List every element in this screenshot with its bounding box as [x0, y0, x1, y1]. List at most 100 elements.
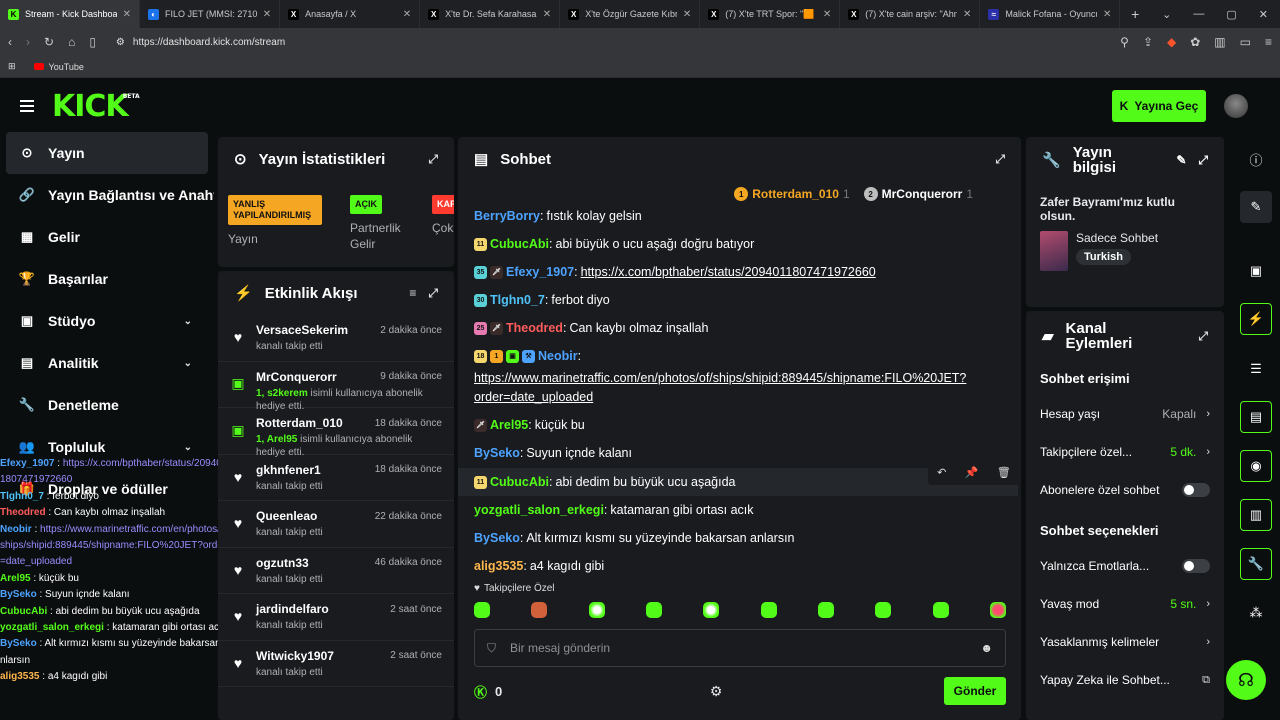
close-tab-icon[interactable]: ✕: [1103, 9, 1111, 20]
activity-item[interactable]: ♥ VersaceSekerim 2 dakika önce kanalı takip…: [218, 315, 454, 362]
emote-icon[interactable]: [474, 602, 490, 618]
expand-icon[interactable]: ⤢: [1198, 329, 1208, 344]
zoom-icon[interactable]: ⚲: [1120, 35, 1129, 49]
browser-tab[interactable]: X Anasayfa / X ✕: [280, 0, 421, 28]
url-field[interactable]: ⚙ https://dashboard.kick.com/stream: [110, 31, 1106, 53]
help-chat-icon[interactable]: ☊: [1226, 660, 1266, 700]
chat-message[interactable]: yozgatli_salon_erkegi: katamaran gibi ort…: [474, 501, 998, 520]
chat-message[interactable]: 30 Tlghn0_7: ferbot diyo: [474, 291, 998, 310]
sidebar-item[interactable]: ⊙ Yayın: [6, 132, 208, 174]
browser-tab[interactable]: K Stream - Kick Dashboard ✕: [0, 0, 141, 28]
channel-setting-row[interactable]: Takipçilere özel... 5 dk. ›: [1026, 433, 1224, 471]
settings-icon[interactable]: ⚙: [710, 683, 723, 700]
pin-icon[interactable]: 📌: [965, 466, 979, 479]
activity-item[interactable]: ▣ Rotterdam_010 18 dakika önce 1, Arel95 is…: [218, 408, 454, 458]
emote-icon[interactable]: [989, 602, 1006, 618]
chat-message[interactable]: 🗡 Arel95: küçük bu: [474, 416, 998, 435]
close-tab-icon[interactable]: ✕: [823, 9, 831, 20]
chat-link[interactable]: https://www.marinetraffic.com/en/photos/…: [474, 369, 984, 407]
emote-icon[interactable]: [531, 602, 548, 618]
sidebar-toggle-icon[interactable]: ▥: [1214, 35, 1225, 49]
expand-icon[interactable]: ⤢: [428, 286, 438, 301]
channel-setting-row[interactable]: Abonelere özel sohbet: [1026, 471, 1224, 509]
emote-icon[interactable]: [588, 602, 605, 618]
emote-icon[interactable]: [932, 602, 949, 618]
channel-setting-row[interactable]: Yapay Zeka ile Sohbet... ⧉: [1026, 661, 1224, 699]
save-icon[interactable]: ▥: [1240, 499, 1272, 531]
sidebar-item[interactable]: ▤ Analitik ⌄: [0, 342, 214, 384]
minimize-icon[interactable]: —: [1193, 8, 1204, 20]
chat-username[interactable]: CubucAbi: [490, 473, 549, 492]
forward-icon[interactable]: ›: [26, 35, 30, 49]
chat-username[interactable]: Theodred: [506, 319, 563, 338]
apps-icon[interactable]: ⊞: [8, 61, 16, 72]
chat-input[interactable]: ⛉ Bir mesaj gönderin ☻: [474, 629, 1006, 667]
extensions-icon[interactable]: ✿: [1190, 35, 1200, 49]
chat-message[interactable]: 11 CubucAbi: abi büyük o ucu aşağı doğru b…: [474, 235, 998, 254]
avatar[interactable]: [1224, 94, 1248, 118]
activity-item[interactable]: ♥ ogzutn33 46 dakika önce kanalı takip etti: [218, 548, 454, 594]
close-tab-icon[interactable]: ✕: [123, 9, 131, 20]
close-tab-icon[interactable]: ✕: [403, 9, 411, 20]
menu-hamburger-icon[interactable]: [20, 100, 34, 112]
share-icon[interactable]: ⇪: [1143, 35, 1153, 49]
chat-message[interactable]: alig3535: a4 kagıdı gibi: [474, 557, 998, 576]
reload-icon[interactable]: ↻: [44, 35, 54, 49]
chat-message[interactable]: 35 🗡 Efexy_1907: https://x.com/bpthaber/sta…: [474, 263, 998, 282]
menu-icon[interactable]: ≡: [1265, 35, 1272, 49]
wallet-icon[interactable]: ▭: [1240, 35, 1251, 49]
brave-shield-icon[interactable]: ◆: [1167, 35, 1176, 49]
go-live-button[interactable]: K Yayına Geç: [1112, 90, 1206, 122]
browser-tab[interactable]: X X'te Dr. Sefa Karahasan: "OLA ✕: [420, 0, 561, 28]
emote-icon[interactable]: [817, 602, 834, 618]
emote-icon[interactable]: [875, 602, 892, 618]
emote-icon[interactable]: [645, 602, 662, 618]
player-icon[interactable]: ▣: [1240, 255, 1272, 287]
bookmark-youtube[interactable]: YouTube: [33, 62, 84, 72]
chat-username[interactable]: yozgatli_salon_erkegi: [474, 501, 604, 520]
activity-item[interactable]: ♥ jardindelfaro 2 saat önce kanalı takip et…: [218, 594, 454, 641]
emote-icon[interactable]: [703, 602, 720, 618]
sidebar-item[interactable]: 🏆 Başarılar: [0, 258, 214, 300]
channel-setting-row[interactable]: Yalnızca Emotlarla...: [1026, 547, 1224, 585]
sidebar-item[interactable]: 🔧 Denetleme: [0, 384, 214, 426]
send-button[interactable]: Gönder: [944, 677, 1006, 705]
toggle-switch[interactable]: [1182, 559, 1210, 573]
activity-item[interactable]: ▣ MrConquerorr 9 dakika önce 1, s2kerem isi…: [218, 362, 454, 412]
kick-logo[interactable]: KICK BETA: [52, 89, 140, 124]
close-window-icon[interactable]: ✕: [1259, 8, 1268, 21]
chat-username[interactable]: Neobir: [538, 347, 578, 366]
chat-link[interactable]: https://x.com/bpthaber/status/2094011807…: [581, 263, 876, 282]
reply-icon[interactable]: ↶: [937, 466, 946, 479]
close-tab-icon[interactable]: ✕: [263, 9, 271, 20]
filter-icon[interactable]: ≡: [409, 286, 416, 300]
close-tab-icon[interactable]: ✕: [683, 9, 691, 20]
channel-setting-row[interactable]: Yasaklanmış kelimeler ›: [1026, 623, 1224, 661]
leaderboard-entry[interactable]: 1 Rotterdam_010 1: [734, 187, 850, 201]
activity-item[interactable]: ♥ gkhnfener1 18 dakika önce kanalı takip et…: [218, 455, 454, 501]
lightning-rail-icon[interactable]: ⚡: [1240, 303, 1272, 335]
chat-username[interactable]: alig3535: [474, 557, 523, 576]
chat-message[interactable]: BySeko: Alt kırmızı kısmı su yüzeyinde ba…: [474, 529, 998, 548]
chat-message[interactable]: BerryBorry: fıstık kolay gelsin: [474, 207, 998, 226]
home-icon[interactable]: ⌂: [68, 35, 75, 49]
activity-item[interactable]: ♥ Queenleao 22 dakika önce kanalı takip ett…: [218, 501, 454, 548]
chat-username[interactable]: Tlghn0_7: [490, 291, 545, 310]
browser-tab[interactable]: X X'te Özgür Gazete Kıbrıs: "DE ✕: [560, 0, 701, 28]
close-tab-icon[interactable]: ✕: [963, 9, 971, 20]
channel-setting-row[interactable]: Hesap yaşı Kapalı ›: [1026, 395, 1224, 433]
browser-tab[interactable]: X (7) X'te cain arşiv: "Ahmet Kor ✕: [840, 0, 981, 28]
chat-username[interactable]: CubucAbi: [490, 235, 549, 254]
chat-message[interactable]: 25 🗡 Theodred: Can kaybı olmaz inşallah: [474, 319, 998, 338]
wrench-rail-icon[interactable]: 🔧: [1240, 548, 1272, 580]
record-icon[interactable]: ◉: [1240, 450, 1272, 482]
expand-icon[interactable]: ⤢: [428, 152, 438, 167]
edit-icon[interactable]: ✎: [1176, 153, 1186, 168]
edit-rail-icon[interactable]: ✎: [1240, 191, 1272, 223]
sidebar-item[interactable]: ▦ Gelir: [0, 216, 214, 258]
back-icon[interactable]: ‹: [8, 35, 12, 49]
delete-icon[interactable]: 🗑: [997, 466, 1011, 479]
chat-username[interactable]: BerryBorry: [474, 207, 540, 226]
maximize-icon[interactable]: ▢: [1226, 8, 1236, 21]
leaderboard-entry[interactable]: 2 MrConquerorr 1: [863, 187, 973, 201]
